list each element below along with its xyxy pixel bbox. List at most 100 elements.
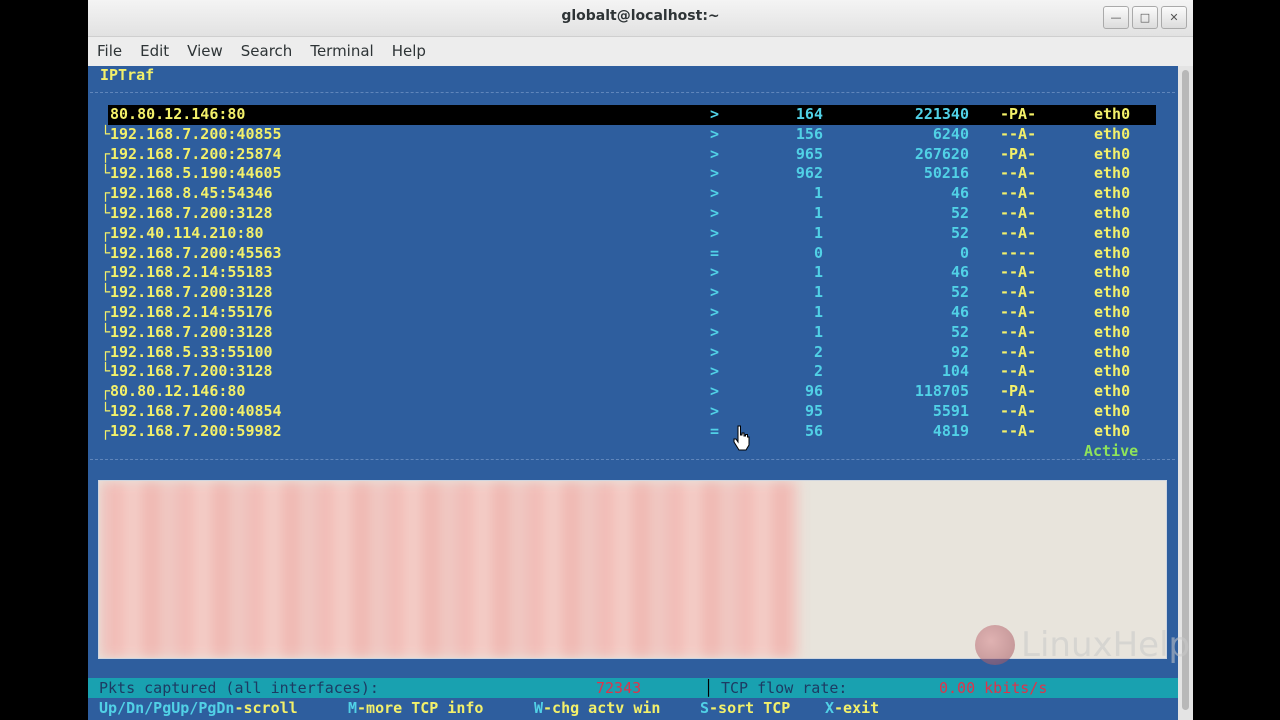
- menu-help[interactable]: Help: [383, 42, 435, 60]
- connection-bytes: 118705: [914, 382, 969, 401]
- connection-interface: eth0: [1094, 322, 1131, 341]
- tcp-connection-row[interactable]: └ 192.168.7.200:40854 >95 5591 --A-eth0: [101, 402, 1156, 422]
- tcp-connection-row[interactable]: └ 192.168.5.190:44605 >962 50216 --A-eth0: [101, 164, 1156, 184]
- tcp-connection-row[interactable]: ┌ 192.168.2.14:55176 >1 46 --A-eth0: [101, 303, 1156, 323]
- connection-direction: =: [710, 243, 720, 262]
- connection-bytes: 92: [950, 342, 969, 361]
- connection-interface: eth0: [1094, 362, 1131, 381]
- terminal-area[interactable]: IPTraf 80.80.12.146:80 >164 221340 -PA-eth0…: [88, 66, 1178, 720]
- menu-view[interactable]: View: [178, 42, 232, 60]
- connection-address: 192.168.8.45:54346: [110, 184, 273, 203]
- connection-flags: --A-: [1000, 124, 1037, 143]
- maximize-icon[interactable]: □: [1132, 6, 1158, 29]
- connection-interface: eth0: [1094, 382, 1131, 401]
- tcp-connection-row[interactable]: ┌ 192.168.7.200:59982 = 56 4819 --A-eth0: [101, 421, 1156, 442]
- connection-address: 192.168.5.33:55100: [110, 342, 273, 361]
- tcp-connection-row[interactable]: └ 192.168.7.200:40855 >156 6240 --A-eth0: [101, 124, 1156, 145]
- tcp-connection-row[interactable]: ┌ 192.168.8.45:54346 >1 46 --A-eth0: [101, 184, 1156, 204]
- connection-interface: eth0: [1094, 243, 1131, 262]
- connection-interface: eth0: [1094, 283, 1131, 302]
- connection-flags: --A-: [1000, 204, 1037, 222]
- connection-direction: >: [710, 164, 720, 183]
- terminal-scrollbar[interactable]: [1178, 66, 1193, 720]
- pkts-captured-value: 72343: [596, 679, 642, 697]
- close-icon[interactable]: ✕: [1161, 6, 1187, 29]
- iptraf-title: IPTraf: [100, 66, 155, 84]
- key-sort: S: [700, 699, 710, 717]
- connection-interface: eth0: [1094, 402, 1131, 420]
- connection-interface: eth0: [1094, 184, 1131, 203]
- connection-direction: >: [710, 144, 720, 163]
- connection-bracket: ┌: [101, 421, 111, 440]
- connection-bytes: 52: [950, 283, 969, 302]
- tcp-connection-row[interactable]: ┌ 80.80.12.146:80 >96 118705 -PA-eth0: [101, 382, 1156, 402]
- menu-terminal[interactable]: Terminal: [301, 42, 382, 60]
- connection-interface: eth0: [1094, 223, 1131, 242]
- connection-bracket: └: [101, 402, 111, 420]
- stats-bar: Pkts captured (all interfaces): 72343 │ …: [88, 678, 1178, 698]
- key-window-label: -chg actv win: [543, 699, 661, 717]
- tcp-connection-row[interactable]: └ 192.168.7.200:3128 >2 104 --A-eth0: [101, 362, 1156, 382]
- connection-interface: eth0: [1094, 144, 1131, 163]
- scroll-thumb[interactable]: [1182, 70, 1189, 710]
- key-exit: X: [825, 699, 835, 717]
- connection-flags: --A-: [1000, 322, 1037, 341]
- connection-interface: eth0: [1094, 164, 1131, 183]
- menu-search[interactable]: Search: [232, 42, 302, 60]
- tcp-connection-row[interactable]: ┌ 192.168.5.33:55100 >2 92 --A-eth0: [101, 342, 1156, 363]
- connection-flags: --A-: [1000, 263, 1037, 282]
- tcp-connection-row[interactable]: ┌ 192.40.114.210:80 >1 52 --A-eth0: [101, 223, 1156, 244]
- connection-flags: -PA-: [1000, 144, 1037, 163]
- title-bar[interactable]: globalt@localhost:~ — □ ✕: [88, 0, 1193, 37]
- connection-address: 192.168.7.200:3128: [110, 322, 273, 341]
- tcp-connection-row[interactable]: └ 192.168.7.200:45563 = 0 0 ---- eth0: [101, 243, 1156, 264]
- connection-bytes: 46: [950, 303, 969, 321]
- connection-bytes: 6240: [932, 124, 969, 143]
- connection-bytes: 52: [950, 204, 969, 222]
- connection-packets: 0: [813, 243, 823, 262]
- connection-address: 192.168.7.200:40854: [110, 402, 282, 420]
- connection-flags: --A-: [1000, 164, 1037, 183]
- connection-interface: eth0: [1094, 263, 1131, 282]
- tcp-connection-row[interactable]: └ 192.168.7.200:3128 >1 52 --A-eth0: [101, 204, 1156, 224]
- window-title: globalt@localhost:~: [561, 8, 720, 24]
- menu-file[interactable]: File: [88, 42, 131, 60]
- connection-packets: 1: [813, 263, 823, 282]
- connection-address: 192.168.7.200:3128: [110, 362, 273, 381]
- menu-edit[interactable]: Edit: [131, 42, 178, 60]
- connection-bytes: 5591: [932, 402, 969, 420]
- tcp-connection-row[interactable]: ┌ 192.168.7.200:25874 >965 267620 -PA-eth0: [101, 144, 1156, 165]
- connection-direction: >: [710, 263, 720, 282]
- connection-bracket: ┌: [101, 263, 111, 282]
- connection-address: 192.168.7.200:25874: [110, 144, 282, 163]
- connection-address: 192.40.114.210:80: [110, 223, 264, 242]
- connection-bracket: ┌: [101, 184, 111, 203]
- connection-direction: >: [710, 362, 720, 381]
- tcp-connection-row[interactable]: ┌ 192.168.2.14:55183 >1 46 --A-eth0: [101, 263, 1156, 283]
- connection-address: 192.168.5.190:44605: [110, 164, 282, 183]
- connection-direction: >: [710, 204, 720, 222]
- connection-interface: eth0: [1094, 105, 1131, 123]
- connection-bracket: ┌: [101, 382, 111, 401]
- hand-pointer-icon: [733, 425, 750, 451]
- tcp-connection-row[interactable]: └ 192.168.7.200:3128 >1 52 --A-eth0: [101, 322, 1156, 343]
- connection-direction: >: [710, 223, 720, 242]
- tcp-window-bottom-border: [90, 459, 1175, 460]
- connection-direction: >: [710, 184, 720, 203]
- connection-direction: >: [710, 105, 720, 123]
- connection-direction: >: [710, 322, 720, 341]
- connection-packets: 1: [813, 303, 823, 321]
- key-scroll: Up/Dn/PgUp/PgDn: [99, 699, 235, 717]
- key-exit-label: -exit: [834, 699, 880, 717]
- connection-bytes: 104: [941, 362, 969, 381]
- connection-flags: --A-: [1000, 362, 1037, 381]
- minimize-icon[interactable]: —: [1103, 6, 1129, 29]
- tcp-connection-row[interactable]: 80.80.12.146:80 >164 221340 -PA-eth0: [108, 105, 1156, 125]
- connection-packets: 95: [804, 402, 823, 420]
- connection-interface: eth0: [1094, 421, 1131, 440]
- connection-bracket: └: [101, 124, 111, 143]
- connection-packets: 164: [795, 105, 823, 123]
- connection-address: 192.168.7.200:59982: [110, 421, 282, 440]
- tcp-connection-row[interactable]: └ 192.168.7.200:3128 >1 52 --A-eth0: [101, 283, 1156, 303]
- connection-direction: >: [710, 402, 720, 420]
